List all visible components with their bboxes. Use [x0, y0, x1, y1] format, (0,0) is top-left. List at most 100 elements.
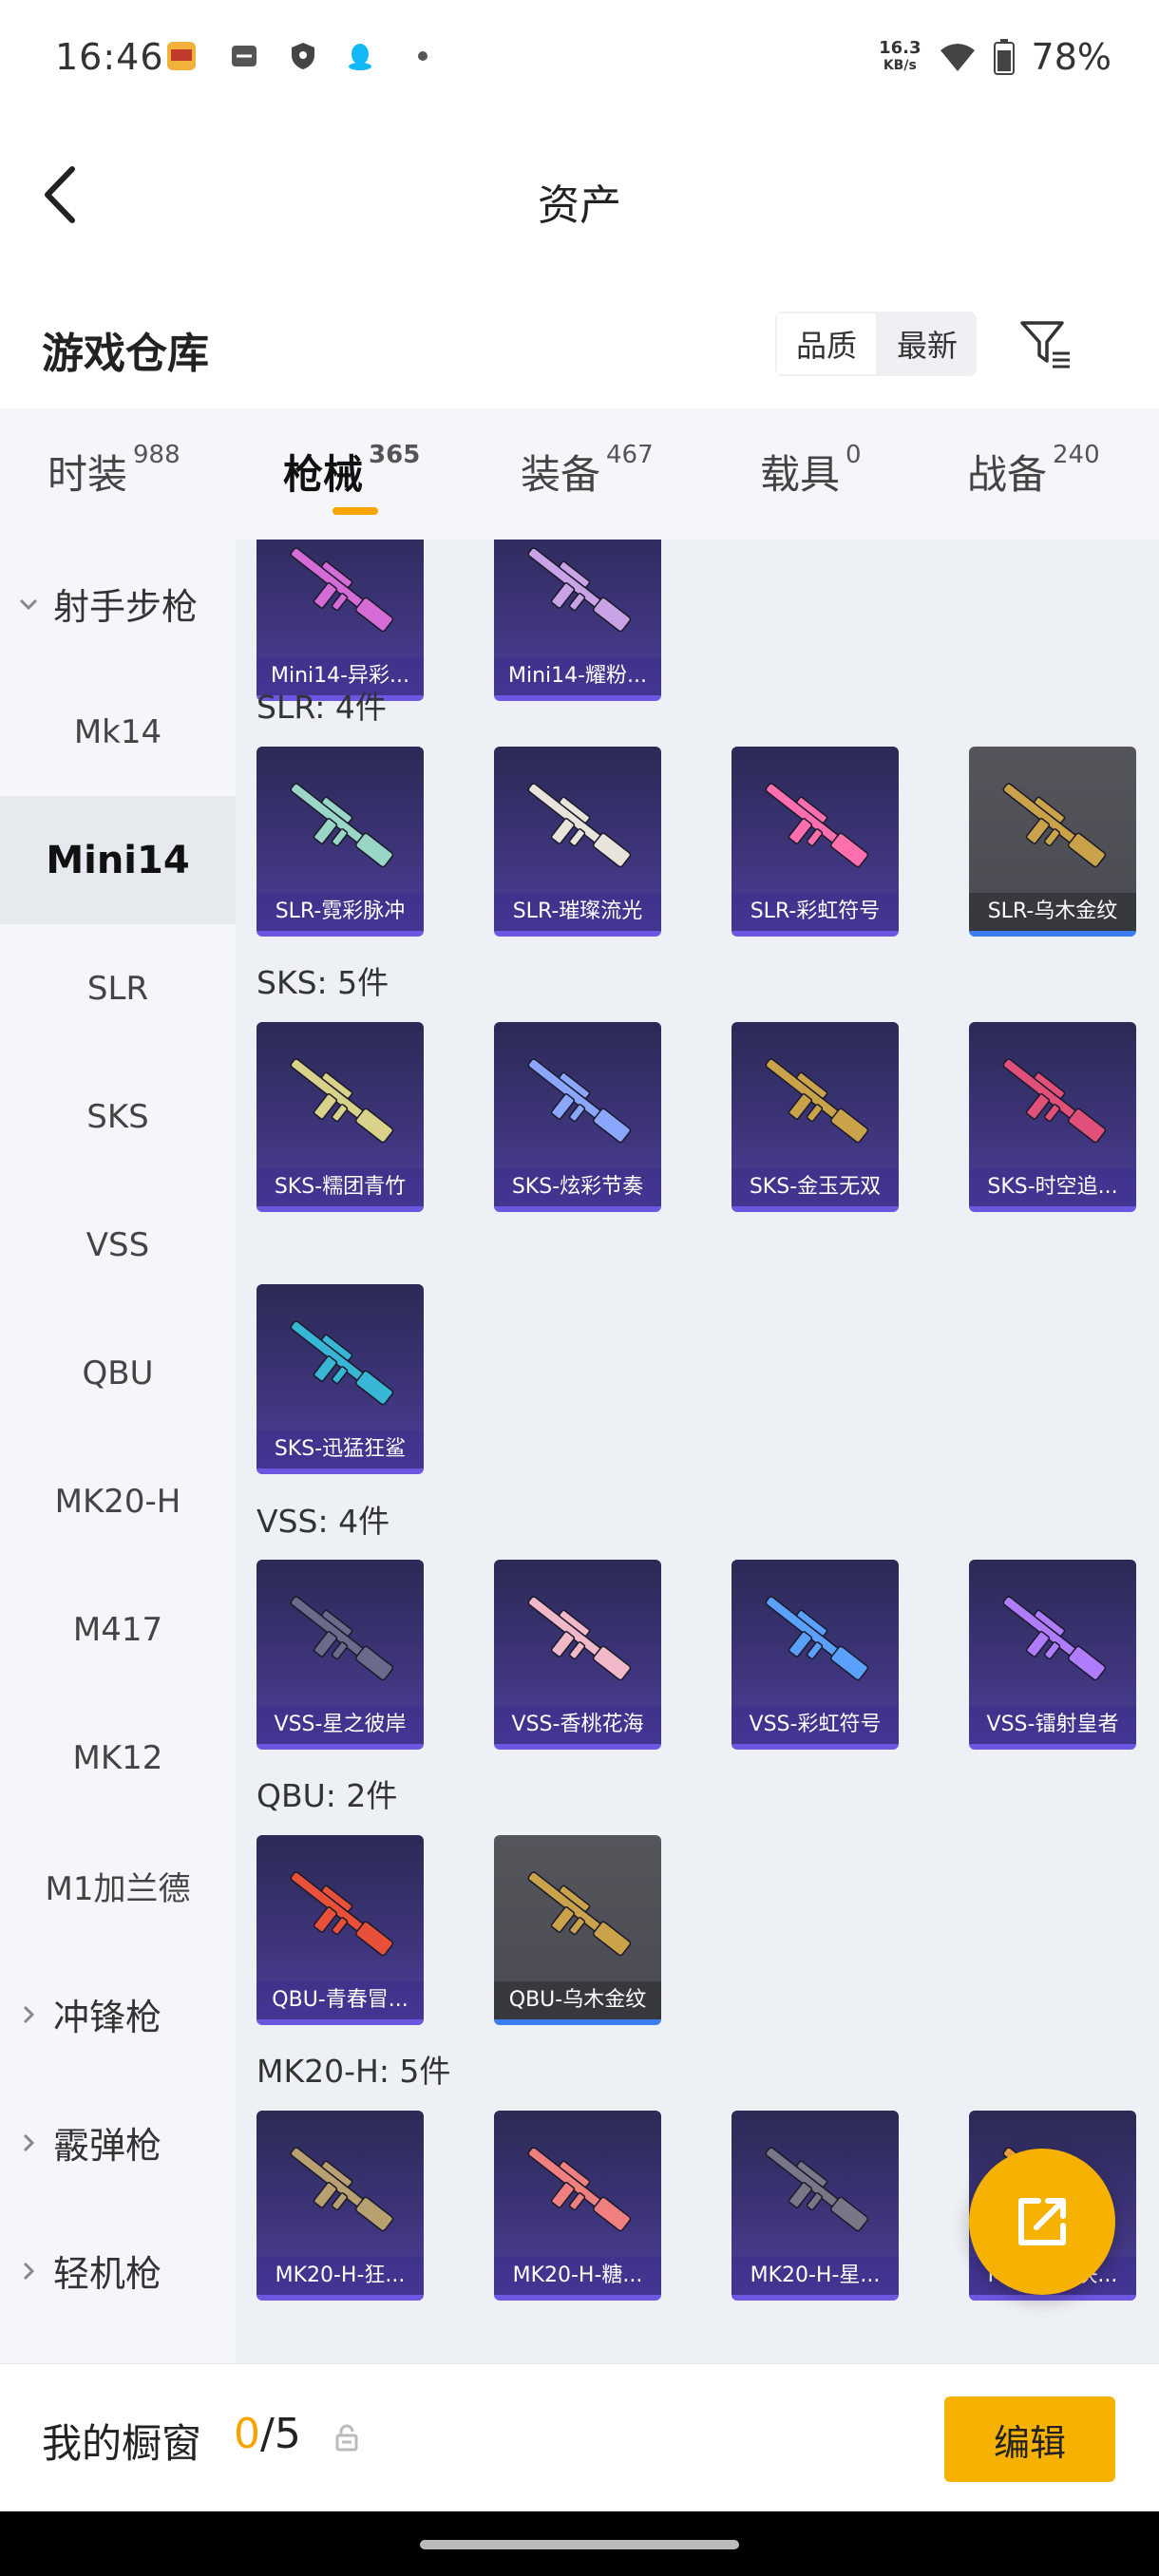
warehouse-bar: 游戏仓库 品质 最新 [0, 294, 1159, 408]
skin-name: MK20-H-星... [732, 2257, 899, 2295]
sidebar-item-qbu[interactable]: QBU [0, 1309, 236, 1437]
gun-skin-icon [765, 1596, 869, 1681]
skin-card[interactable]: SKS-炫彩节奏 [494, 1022, 661, 1212]
section-label-vss: VSS: 4件 [256, 1503, 390, 1540]
skin-name: SKS-时空追... [969, 1168, 1136, 1206]
skin-card[interactable]: Mini14-耀粉... [494, 540, 661, 701]
skin-name: VSS-彩虹符号 [732, 1706, 899, 1744]
skin-card[interactable]: VSS-香桃花海 [494, 1560, 661, 1750]
gun-skin-icon [290, 2147, 394, 2232]
sidebar-group-marksman-rifles[interactable]: 射手步枪 [0, 540, 236, 668]
game-app-icon [167, 42, 196, 70]
gun-skin-icon [765, 2147, 869, 2232]
sidebar-item-sks[interactable]: SKS [0, 1052, 236, 1181]
gun-skin-icon [290, 1058, 394, 1144]
sort-latest-option[interactable]: 最新 [878, 312, 977, 376]
skin-name: Mini14-耀粉... [494, 657, 661, 695]
battery-icon [993, 39, 1015, 75]
gun-skin-icon [290, 547, 394, 633]
sidebar-group-lmg[interactable]: 轻机枪 [0, 2207, 236, 2335]
gun-skin-icon [527, 547, 632, 633]
tab-vehicles[interactable]: 载具 0 [760, 441, 862, 501]
sidebar-item-mk20h[interactable]: MK20-H [0, 1437, 236, 1565]
lock-icon [335, 2424, 358, 2452]
share-button[interactable] [969, 2149, 1115, 2295]
chevron-right-icon [23, 2005, 35, 2023]
skin-name: SKS-金玉无双 [732, 1168, 899, 1206]
skin-name: MK20-H-狂... [256, 2257, 424, 2295]
section-label-qbu: QBU: 2件 [256, 1777, 398, 1814]
skin-card[interactable]: SLR-乌木金纹 [969, 747, 1136, 937]
page-title: 资产 [538, 181, 621, 230]
section-label-slr: SLR: 4件 [256, 689, 387, 726]
sidebar-item-mk12[interactable]: MK12 [0, 1694, 236, 1822]
sidebar-group-shotgun[interactable]: 霰弹枪 [0, 2078, 236, 2207]
external-link-icon [1018, 2198, 1066, 2245]
shield-icon [292, 43, 314, 69]
skin-name: VSS-镭射皇者 [969, 1706, 1136, 1744]
skin-card[interactable]: SKS-时空追... [969, 1022, 1136, 1212]
active-tab-indicator [332, 507, 378, 515]
qq-icon [349, 44, 371, 70]
sidebar-item-m417[interactable]: M417 [0, 1565, 236, 1694]
showcase-bar: 我的橱窗 0/5 编辑 [0, 2363, 1159, 2511]
sort-quality-option[interactable]: 品质 [775, 312, 879, 376]
gun-skin-icon [290, 1871, 394, 1957]
tab-gear[interactable]: 战备 240 [967, 441, 1100, 501]
system-nav-bar [0, 2511, 1159, 2576]
sidebar-item-m1-garand[interactable]: M1加兰德 [0, 1822, 236, 1950]
gun-skin-icon [1002, 1058, 1107, 1144]
edit-button[interactable]: 编辑 [944, 2396, 1115, 2482]
skin-card[interactable]: SKS-金玉无双 [732, 1022, 899, 1212]
skin-card[interactable]: VSS-星之彼岸 [256, 1560, 424, 1750]
skin-card[interactable]: QBU-青春冒... [256, 1835, 424, 2025]
skin-name: SKS-迅猛狂鲨 [256, 1430, 424, 1468]
showcase-count: 0/5 [234, 2410, 301, 2458]
top-header: 资产 [0, 133, 1159, 256]
gun-skin-icon [290, 1320, 394, 1406]
skin-card[interactable]: VSS-彩虹符号 [732, 1560, 899, 1750]
skin-name: QBU-青春冒... [256, 1981, 424, 2019]
weapon-grid: Mini14-异彩... Mini14-耀粉... SLR: 4件 SLR-霓彩… [236, 540, 1159, 2363]
sidebar-item-slr[interactable]: SLR [0, 924, 236, 1052]
skin-card[interactable]: SLR-彩虹符号 [732, 747, 899, 937]
sidebar-group-smg[interactable]: 冲锋枪 [0, 1950, 236, 2078]
gun-skin-icon [527, 1596, 632, 1681]
section-label-mk20h: MK20-H: 5件 [256, 2053, 451, 2090]
sidebar-item-mini14[interactable]: Mini14 [0, 796, 236, 924]
tab-fashion[interactable]: 时装 988 [48, 441, 180, 501]
network-speed: 16.3 KB/s [879, 38, 922, 74]
skin-name: SKS-糯团青竹 [256, 1168, 424, 1206]
dot-icon [418, 51, 428, 61]
tab-weapons[interactable]: 枪械 365 [283, 441, 420, 501]
gun-skin-icon [290, 1596, 394, 1681]
chevron-down-icon [19, 598, 38, 610]
skin-name: SLR-霓彩脉冲 [256, 893, 424, 931]
skin-card[interactable]: MK20-H-星... [732, 2111, 899, 2301]
sidebar-item-mk14[interactable]: Mk14 [0, 668, 236, 796]
chevron-right-icon [23, 2262, 35, 2280]
tab-equipment[interactable]: 装备 467 [521, 441, 654, 501]
skin-card[interactable]: MK20-H-狂... [256, 2111, 424, 2301]
skin-card[interactable]: SLR-璀璨流光 [494, 747, 661, 937]
status-bar: 16:46 16.3 KB/s 78% [0, 0, 1159, 114]
category-tabs: 时装 988 枪械 365 装备 467 载具 0 战备 240 [0, 408, 1159, 540]
mail-icon [232, 46, 256, 66]
sidebar-item-vss[interactable]: VSS [0, 1181, 236, 1309]
gun-skin-icon [527, 1058, 632, 1144]
chevron-right-icon [23, 2133, 35, 2151]
filter-icon[interactable] [1018, 317, 1074, 372]
home-gesture-handle[interactable] [420, 2540, 739, 2549]
weapon-category-sidebar: 射手步枪 Mk14 Mini14 SLR SKS VSS QBU MK20-H … [0, 540, 236, 2363]
skin-card[interactable]: VSS-镭射皇者 [969, 1560, 1136, 1750]
skin-card[interactable]: SKS-迅猛狂鲨 [256, 1284, 424, 1474]
sort-toggle: 品质 最新 [775, 312, 978, 376]
skin-card[interactable]: Mini14-异彩... [256, 540, 424, 701]
gun-skin-icon [1002, 783, 1107, 868]
gun-skin-icon [527, 1871, 632, 1957]
skin-card[interactable]: SKS-糯团青竹 [256, 1022, 424, 1212]
skin-card[interactable]: SLR-霓彩脉冲 [256, 747, 424, 937]
status-time: 16:46 [55, 36, 164, 78]
skin-card[interactable]: MK20-H-糖... [494, 2111, 661, 2301]
skin-card[interactable]: QBU-乌木金纹 [494, 1835, 661, 2025]
